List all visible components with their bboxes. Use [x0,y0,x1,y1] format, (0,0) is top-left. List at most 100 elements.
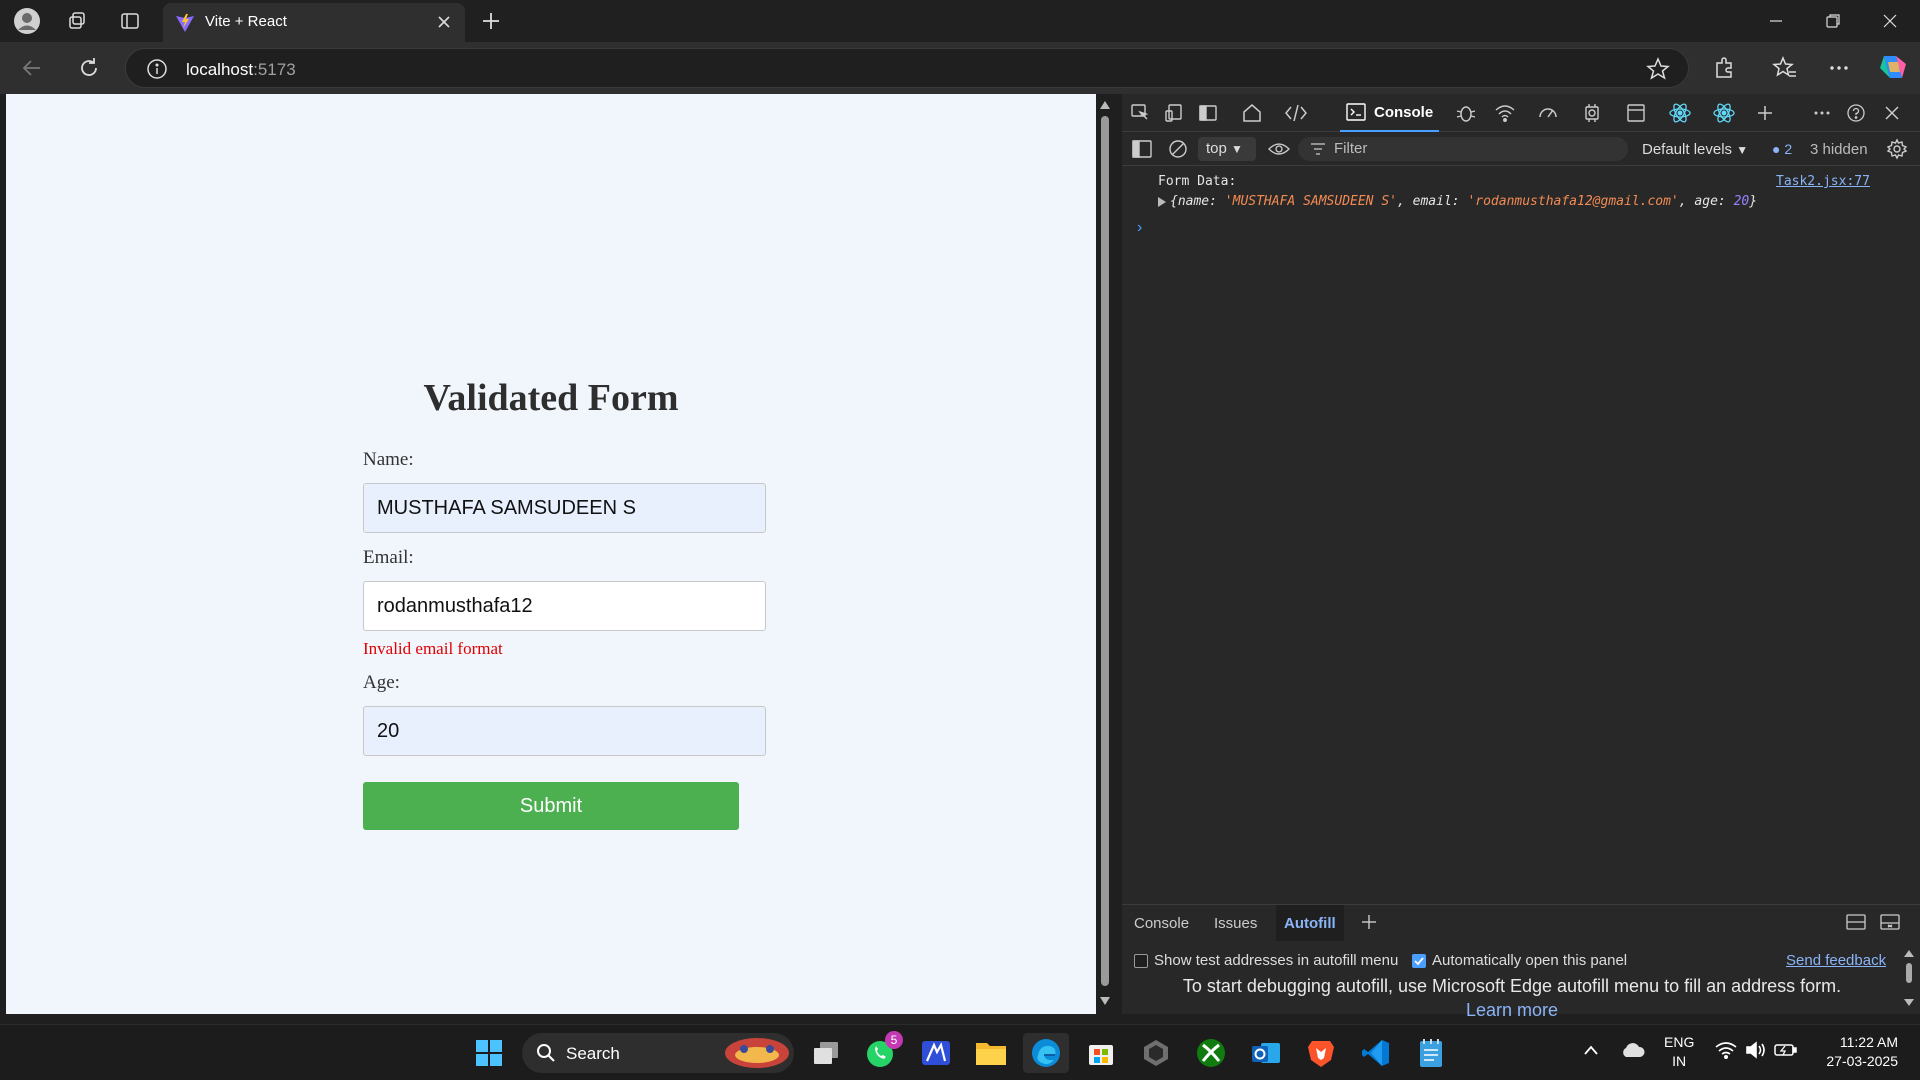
scroll-thumb[interactable] [1101,116,1109,986]
dock-side-icon[interactable] [1192,100,1224,126]
age-input-value: 20 [377,719,400,742]
page-viewport: Validated Form Name: MUSTHAFA SAMSUDEEN … [6,94,1096,1014]
taskbar-search[interactable]: Search [522,1033,794,1073]
auto-open-label: Automatically open this panel [1432,952,1628,969]
tab-title: Vite + React [205,13,287,30]
refresh-icon[interactable] [77,56,101,80]
site-info-icon[interactable] [146,58,168,80]
network-wifi-icon[interactable] [1489,100,1521,126]
drawer-scrollbar[interactable] [1902,949,1916,1009]
console-log-object[interactable]: {name: 'MUSTHAFA SAMSUDEEN S', email: 'r… [1170,194,1757,209]
brave-browser-icon[interactable] [1301,1033,1341,1073]
context-selector[interactable]: top ▼ [1198,137,1256,161]
obj-email-key: , email: [1396,194,1468,209]
log-levels-label: Default levels [1642,141,1733,158]
task-view-icon[interactable] [806,1033,846,1073]
onedrive-cloud-icon[interactable] [1620,1041,1646,1059]
volume-icon[interactable] [1745,1041,1767,1059]
xbox-icon[interactable] [1191,1033,1231,1073]
mathpix-app-icon[interactable] [916,1033,956,1073]
battery-charging-icon[interactable] [1774,1041,1798,1059]
whatsapp-badge: 5 [885,1031,903,1049]
language-indicator[interactable]: ENG IN [1664,1033,1694,1071]
age-input[interactable]: 20 [363,706,766,756]
react-profiler-icon[interactable] [1708,100,1740,126]
tray-chevron-up-icon[interactable] [1582,1043,1600,1057]
submit-button[interactable]: Submit [363,782,739,830]
file-explorer-icon[interactable] [971,1033,1011,1073]
close-devtools-icon[interactable] [1876,100,1908,126]
move-drawer-icon[interactable] [1846,914,1866,930]
console-prompt-chevron-icon[interactable]: › [1137,219,1142,237]
auto-open-panel-option[interactable]: Automatically open this panel [1412,952,1627,969]
favorite-star-icon[interactable] [1646,57,1670,81]
console-log-source-link[interactable]: Task2.jsx:77 [1776,174,1870,189]
clear-console-icon[interactable] [1168,139,1188,159]
react-components-icon[interactable] [1664,100,1696,126]
clock[interactable]: 11:22 AM 27-03-2025 [1816,1033,1898,1071]
application-panel-icon[interactable] [1620,100,1652,126]
browser-tab[interactable]: Vite + React [163,3,465,42]
new-tab-icon[interactable] [474,6,508,36]
send-feedback-link[interactable]: Send feedback [1786,952,1886,969]
device-emulation-icon[interactable] [1158,100,1190,126]
show-test-addresses-option[interactable]: Show test addresses in autofill menu [1134,952,1398,969]
drawer-add-tab-icon[interactable] [1360,913,1378,931]
more-tools-plus-icon[interactable] [1749,100,1781,126]
whatsapp-icon[interactable]: 5 [861,1031,903,1073]
more-options-icon[interactable] [1826,55,1852,81]
drawer-tab-console[interactable]: Console [1134,915,1189,932]
close-drawer-icon[interactable] [1880,914,1900,930]
memory-chip-icon[interactable] [1576,100,1608,126]
scroll-down-arrow-icon[interactable] [1099,996,1111,1006]
devtools-drawer: Console Issues Autofill Show test addres… [1122,904,1920,1020]
show-test-addresses-checkbox[interactable] [1134,953,1148,968]
console-filter-input[interactable]: Filter [1298,137,1628,161]
inspect-element-icon[interactable] [1124,100,1156,126]
email-input[interactable]: rodanmusthafa12 [363,581,766,631]
workspaces-icon[interactable] [60,6,94,36]
vscode-icon[interactable] [1356,1033,1396,1073]
restore-icon[interactable] [1811,6,1855,36]
welcome-home-icon[interactable] [1236,100,1268,126]
issues-counter[interactable]: ● 2 [1772,141,1792,157]
devtools-menu-icon[interactable] [1806,100,1838,126]
outlook-icon[interactable] [1246,1033,1286,1073]
windows-start-icon[interactable] [469,1033,509,1073]
elements-code-icon[interactable] [1280,100,1312,126]
microsoft-store-icon[interactable] [1081,1033,1121,1073]
expand-triangle-icon[interactable] [1158,197,1166,207]
drawer-tab-autofill[interactable]: Autofill [1276,905,1344,941]
edge-browser-icon[interactable] [1023,1033,1069,1073]
vertical-tabs-icon[interactable] [113,6,147,36]
issues-bug-icon[interactable] [1450,100,1482,126]
learn-more-link[interactable]: Learn more [1122,1000,1902,1021]
live-expression-eye-icon[interactable] [1268,141,1290,157]
performance-icon[interactable] [1532,100,1564,126]
scroll-up-arrow-icon[interactable] [1099,100,1111,110]
page-scrollbar[interactable] [1096,94,1114,1014]
obj-age-value: 20 [1733,194,1750,209]
github-desktop-icon[interactable] [1136,1033,1176,1073]
console-settings-gear-icon[interactable] [1886,138,1908,160]
minimize-icon[interactable] [1754,6,1798,36]
address-bar[interactable]: localhost:5173 [125,48,1689,88]
copilot-icon[interactable] [1878,52,1908,82]
name-input[interactable]: MUSTHAFA SAMSUDEEN S [363,483,766,533]
notepad-icon[interactable] [1411,1033,1451,1073]
sidebar-toggle-icon[interactable] [1132,140,1152,158]
tab-console[interactable]: Console [1340,94,1440,132]
extensions-icon[interactable] [1712,55,1738,81]
tab-console-label: Console [1374,103,1434,121]
profile-avatar-icon[interactable] [10,6,44,36]
drawer-tab-issues[interactable]: Issues [1214,915,1257,932]
wifi-icon[interactable] [1715,1041,1737,1059]
auto-open-checkbox-checked[interactable] [1412,953,1426,968]
favorites-icon[interactable] [1772,55,1798,81]
tab-close-icon[interactable] [433,11,455,33]
obj-age-key: , age: [1678,194,1734,209]
log-levels-dropdown[interactable]: Default levels ▼ [1642,141,1748,158]
back-arrow-icon[interactable] [20,56,44,80]
close-window-icon[interactable] [1868,6,1912,36]
help-icon[interactable] [1840,100,1872,126]
